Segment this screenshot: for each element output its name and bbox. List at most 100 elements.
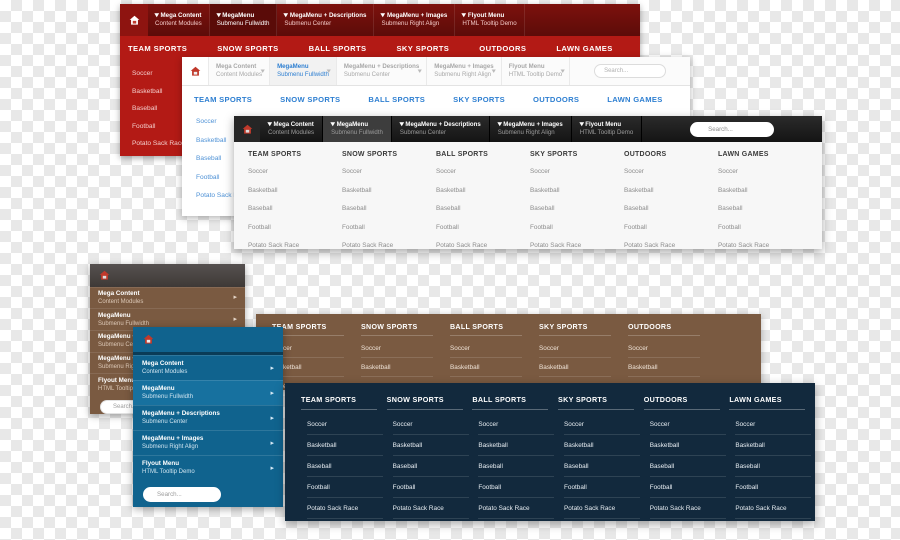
list-item[interactable]: Basketball [342,187,436,194]
list-item[interactable]: Basketball [392,442,469,456]
vmenu-item-megamenu-images[interactable]: MegaMenu + Images Submenu Right Align ▸ [133,430,283,455]
list-item[interactable]: Potato Sack Race [478,505,555,519]
list-item[interactable]: Baseball [436,205,530,212]
section-outdoors[interactable]: OUTDOORS [479,44,526,53]
list-item[interactable]: Football [436,224,530,231]
nav-item-megamenu-images[interactable]: ▾ MegaMenu + Images Submenu Right Align [374,4,456,36]
list-item[interactable]: Football [530,224,624,231]
list-item[interactable]: Potato Sack Race [392,505,469,519]
list-item[interactable]: Football [735,484,812,498]
list-item[interactable]: Football [478,484,555,498]
nav-item-megamenu-descriptions[interactable]: MegaMenu + Descriptions Submenu Center ▾ [337,57,428,85]
section-ball-sports[interactable]: BALL SPORTS [368,95,425,104]
list-item[interactable]: Football [649,484,726,498]
vmenu-item-flyout-menu[interactable]: Flyout Menu HTML Tooltip Demo ▸ [133,455,283,480]
list-item[interactable]: Soccer [450,345,522,358]
home-button-white[interactable] [182,57,209,85]
list-item[interactable]: Soccer [530,168,624,175]
list-item[interactable]: Football [718,224,812,231]
list-item[interactable]: Soccer [436,168,530,175]
vmenu-item-mega-content[interactable]: Mega Content Content Modules ▸ [90,286,245,309]
list-item[interactable]: Baseball [307,463,383,477]
search-input[interactable]: Search... [143,487,221,502]
list-item[interactable]: Baseball [392,463,469,477]
section-outdoors[interactable]: OUTDOORS [533,95,579,104]
nav-item-megamenu-images[interactable]: ▾ MegaMenu + Images Submenu Right Align [490,116,572,142]
list-item[interactable]: Football [342,224,436,231]
list-item[interactable]: Soccer [342,168,436,175]
list-item[interactable]: Potato Sack Race [307,505,383,519]
nav-item-megamenu[interactable]: ▾ MegaMenu Submenu Fullwidth [209,4,278,36]
vmenu-item-megamenu[interactable]: MegaMenu Submenu Fullwidth ▸ [133,380,283,405]
list-item[interactable]: Potato Sack Race [530,242,624,249]
section-lawn-games[interactable]: LAWN GAMES [556,44,612,53]
list-item[interactable]: Soccer [624,168,718,175]
list-item[interactable]: Football [248,224,342,231]
list-item[interactable]: Baseball [478,463,555,477]
list-item[interactable]: Basketball [478,442,555,456]
list-item[interactable]: Potato Sack Race [735,505,812,519]
section-sky-sports[interactable]: SKY SPORTS [453,95,505,104]
nav-item-mega-content[interactable]: ▾ Mega Content Content Modules [148,4,210,36]
list-item[interactable]: Basketball [735,442,812,456]
nav-item-megamenu-images[interactable]: MegaMenu + Images Submenu Right Align ▾ [427,57,502,85]
nav-item-flyout-menu[interactable]: ▾ Flyout Menu HTML Tooltip Demo [455,4,525,36]
nav-item-megamenu-descriptions[interactable]: ▾ MegaMenu + Descriptions Submenu Center [392,116,490,142]
list-item[interactable]: Basketball [307,442,383,456]
nav-item-megamenu[interactable]: ▾ MegaMenu Submenu Fullwidth [323,116,392,142]
list-item[interactable]: Basketball [718,187,812,194]
nav-item-megamenu[interactable]: MegaMenu Submenu Fullwidth ▾ [270,57,337,85]
list-item[interactable]: Soccer [649,421,726,435]
list-item[interactable]: Potato Sack Race [624,242,718,249]
home-button-dark[interactable] [234,116,260,142]
list-item[interactable]: Soccer [718,168,812,175]
list-item[interactable]: Baseball [649,463,726,477]
list-item[interactable]: Soccer [392,421,469,435]
nav-item-megamenu-descriptions[interactable]: ▾ MegaMenu + Descriptions Submenu Center [277,4,375,36]
list-item[interactable]: Baseball [248,205,342,212]
home-button-blue[interactable] [143,334,154,345]
list-item[interactable]: Football [564,484,641,498]
list-item[interactable]: Soccer [539,345,611,358]
list-item[interactable]: Soccer [478,421,555,435]
list-item[interactable]: Basketball [436,187,530,194]
list-item[interactable]: Soccer [564,421,641,435]
search-input[interactable]: Search... [690,121,775,137]
nav-item-mega-content[interactable]: Mega Content Content Modules ▾ [209,57,271,85]
section-lawn-games[interactable]: LAWN GAMES [607,95,662,104]
section-snow-sports[interactable]: SNOW SPORTS [280,95,340,104]
list-item[interactable]: Basketball [649,442,726,456]
list-item[interactable]: Potato Sack Race [564,505,641,519]
list-item[interactable]: Basketball [361,364,433,377]
nav-item-mega-content[interactable]: ▾ Mega Content Content Modules [260,116,324,142]
list-item[interactable]: Basketball [539,364,611,377]
list-item[interactable]: Basketball [530,187,624,194]
list-item[interactable]: Soccer [735,421,812,435]
list-item[interactable]: Football [307,484,383,498]
list-item[interactable]: Basketball [628,364,700,377]
search-input[interactable]: Search... [594,64,667,78]
list-item[interactable]: Soccer [248,168,342,175]
list-item[interactable]: Potato Sack Race [342,242,436,249]
vmenu-item-megamenu-descriptions[interactable]: MegaMenu + Descriptions Submenu Center ▸ [133,405,283,430]
section-ball-sports[interactable]: BALL SPORTS [309,44,367,53]
section-sky-sports[interactable]: SKY SPORTS [396,44,449,53]
list-item[interactable]: Football [624,224,718,231]
list-item[interactable]: Potato Sack Race [436,242,530,249]
vmenu-item-mega-content[interactable]: Mega Content Content Modules ▸ [133,355,283,380]
list-item[interactable]: Soccer [307,421,383,435]
list-item[interactable]: Baseball [530,205,624,212]
list-item[interactable]: Potato Sack Race [248,242,342,249]
list-item[interactable]: Basketball [248,187,342,194]
list-item[interactable]: Soccer [361,345,433,358]
home-button-red[interactable] [120,4,148,36]
section-snow-sports[interactable]: SNOW SPORTS [217,44,278,53]
list-item[interactable]: Basketball [564,442,641,456]
list-item[interactable]: Potato Sack Race [718,242,812,249]
list-item[interactable]: Soccer [628,345,700,358]
nav-item-flyout-menu[interactable]: ▾ Flyout Menu HTML Tooltip Demo [572,116,643,142]
section-team-sports[interactable]: TEAM SPORTS [194,95,252,104]
list-item[interactable]: Football [392,484,469,498]
list-item[interactable]: Potato Sack Race [649,505,726,519]
list-item[interactable]: Baseball [342,205,436,212]
